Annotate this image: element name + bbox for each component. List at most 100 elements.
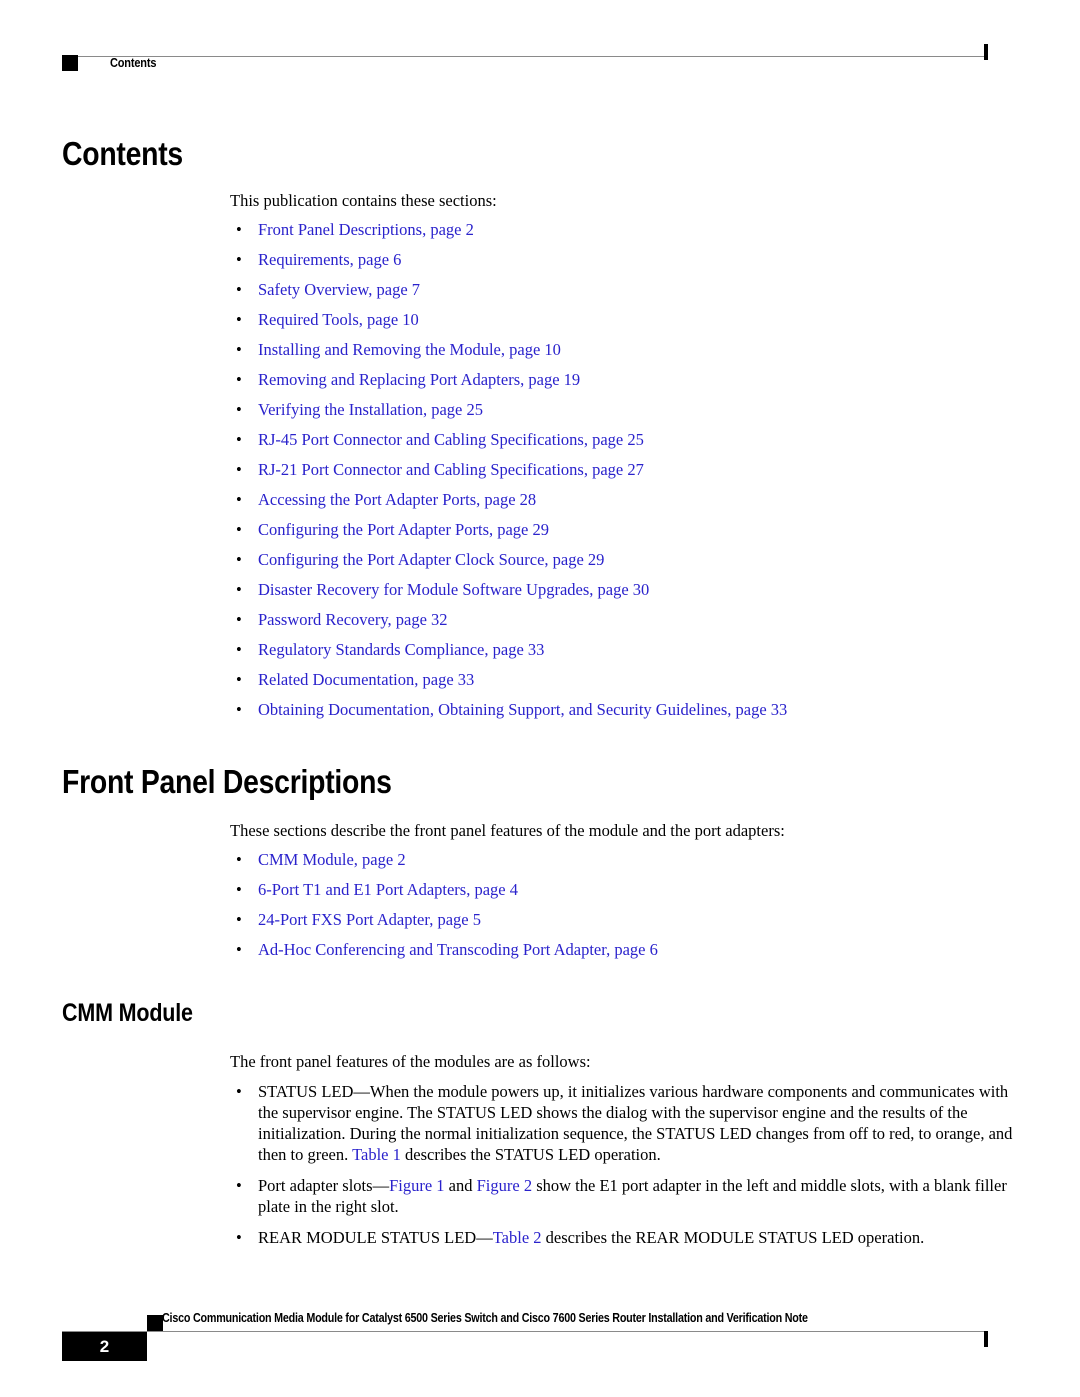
- list-item[interactable]: • Accessing the Port Adapter Ports, page …: [230, 489, 1030, 510]
- toc-link[interactable]: Accessing the Port Adapter Ports, page 2…: [258, 490, 536, 509]
- black-square-icon: [62, 55, 78, 71]
- list-item[interactable]: • RJ-21 Port Connector and Cabling Specif…: [230, 459, 1030, 480]
- heading-cmm-module: CMM Module: [62, 999, 193, 1027]
- list-item[interactable]: • Obtaining Documentation, Obtaining Supp…: [230, 699, 1030, 720]
- bullet-icon: •: [236, 280, 242, 299]
- bullet-icon: •: [236, 1228, 242, 1247]
- toc-link[interactable]: 6-Port T1 and E1 Port Adapters, page 4: [258, 880, 518, 899]
- document-title: Cisco Communication Media Module for Cat…: [162, 1311, 808, 1325]
- bullet-icon: •: [236, 400, 242, 419]
- bullet-icon: •: [236, 310, 242, 329]
- list-item[interactable]: • Installing and Removing the Module, pag…: [230, 339, 1030, 360]
- cmm-bullet-status-led: STATUS LED—When the module powers up, it…: [258, 1082, 1012, 1164]
- toc-link[interactable]: Installing and Removing the Module, page…: [258, 340, 561, 359]
- footer-rule: [62, 1331, 988, 1332]
- text-run: REAR MODULE STATUS LED—: [258, 1228, 493, 1247]
- list-item: • Port adapter slots—Figure 1 and Figure …: [230, 1175, 1030, 1217]
- black-square-icon: [147, 1315, 163, 1331]
- bullet-icon: •: [236, 1082, 242, 1101]
- list-item[interactable]: • Configuring the Port Adapter Ports, pag…: [230, 519, 1030, 540]
- text-run: describes the STATUS LED operation.: [400, 1145, 661, 1164]
- cross-reference-link[interactable]: Figure 2: [477, 1176, 532, 1195]
- bullet-icon: •: [236, 490, 242, 509]
- bullet-icon: •: [236, 580, 242, 599]
- bullet-icon: •: [236, 850, 242, 869]
- bullet-icon: •: [236, 340, 242, 359]
- front-panel-list: • CMM Module, page 2 • 6-Port T1 and E1 Po…: [230, 849, 1030, 969]
- contents-list: • Front Panel Descriptions, page 2 • Requi…: [230, 219, 1030, 729]
- bullet-icon: •: [236, 940, 242, 959]
- heading-front-panel-descriptions: Front Panel Descriptions: [62, 763, 392, 800]
- list-item[interactable]: • 6-Port T1 and E1 Port Adapters, page 4: [230, 879, 1030, 900]
- toc-link[interactable]: 24-Port FXS Port Adapter, page 5: [258, 910, 481, 929]
- header-rule: [78, 56, 988, 57]
- list-item[interactable]: • Front Panel Descriptions, page 2: [230, 219, 1030, 240]
- cmm-module-intro: The front panel features of the modules …: [230, 1052, 591, 1071]
- toc-link[interactable]: CMM Module, page 2: [258, 850, 406, 869]
- toc-link[interactable]: Configuring the Port Adapter Clock Sourc…: [258, 550, 604, 569]
- bullet-icon: •: [236, 250, 242, 269]
- list-item[interactable]: • Requirements, page 6: [230, 249, 1030, 270]
- toc-link[interactable]: Obtaining Documentation, Obtaining Suppo…: [258, 700, 787, 719]
- running-header-label: Contents: [110, 56, 157, 70]
- text-run: Port adapter slots—: [258, 1176, 390, 1195]
- cmm-module-bullets: • STATUS LED—When the module powers up, i…: [230, 1081, 1030, 1258]
- header-right-tick: [984, 44, 988, 60]
- toc-link[interactable]: RJ-45 Port Connector and Cabling Specifi…: [258, 430, 644, 449]
- bullet-icon: •: [236, 520, 242, 539]
- toc-link[interactable]: Configuring the Port Adapter Ports, page…: [258, 520, 549, 539]
- footer-right-tick: [984, 1331, 988, 1347]
- toc-link[interactable]: Password Recovery, page 32: [258, 610, 448, 629]
- toc-link[interactable]: Verifying the Installation, page 25: [258, 400, 483, 419]
- toc-link[interactable]: Removing and Replacing Port Adapters, pa…: [258, 370, 580, 389]
- list-item[interactable]: • Related Documentation, page 33: [230, 669, 1030, 690]
- running-header: Contents: [62, 44, 988, 82]
- list-item: • STATUS LED—When the module powers up, i…: [230, 1081, 1030, 1165]
- list-item[interactable]: • CMM Module, page 2: [230, 849, 1030, 870]
- document-page: Contents Contents This publication conta…: [0, 0, 1080, 1397]
- toc-link[interactable]: Disaster Recovery for Module Software Up…: [258, 580, 649, 599]
- list-item[interactable]: • Disaster Recovery for Module Software U…: [230, 579, 1030, 600]
- front-panel-intro: These sections describe the front panel …: [230, 821, 785, 840]
- text-run: describes the REAR MODULE STATUS LED ope…: [541, 1228, 925, 1247]
- running-footer: Cisco Communication Media Module for Cat…: [62, 1310, 988, 1361]
- toc-link[interactable]: Ad-Hoc Conferencing and Transcoding Port…: [258, 940, 658, 959]
- page-number: 2: [99, 1337, 110, 1356]
- page-number-box: 2: [62, 1332, 147, 1361]
- cross-reference-link[interactable]: Table 2: [493, 1228, 542, 1247]
- bullet-icon: •: [236, 460, 242, 479]
- list-item[interactable]: • Verifying the Installation, page 25: [230, 399, 1030, 420]
- bullet-icon: •: [236, 700, 242, 719]
- bullet-icon: •: [236, 640, 242, 659]
- list-item[interactable]: • Regulatory Standards Compliance, page 3…: [230, 639, 1030, 660]
- bullet-icon: •: [236, 880, 242, 899]
- toc-link[interactable]: Front Panel Descriptions, page 2: [258, 220, 474, 239]
- toc-link[interactable]: Requirements, page 6: [258, 250, 401, 269]
- bullet-icon: •: [236, 370, 242, 389]
- toc-link[interactable]: Related Documentation, page 33: [258, 670, 474, 689]
- bullet-icon: •: [236, 910, 242, 929]
- list-item[interactable]: • Removing and Replacing Port Adapters, p…: [230, 369, 1030, 390]
- cross-reference-link[interactable]: Figure 1: [389, 1176, 444, 1195]
- contents-intro: This publication contains these sections…: [230, 191, 497, 210]
- list-item[interactable]: • Password Recovery, page 32: [230, 609, 1030, 630]
- cmm-bullet-port-adapter-slots: Port adapter slots—Figure 1 and Figure 2…: [258, 1176, 1007, 1216]
- toc-link[interactable]: Safety Overview, page 7: [258, 280, 420, 299]
- list-item[interactable]: • 24-Port FXS Port Adapter, page 5: [230, 909, 1030, 930]
- bullet-icon: •: [236, 220, 242, 239]
- text-run: and: [444, 1176, 477, 1195]
- bullet-icon: •: [236, 1176, 242, 1195]
- list-item[interactable]: • RJ-45 Port Connector and Cabling Specif…: [230, 429, 1030, 450]
- cross-reference-link[interactable]: Table 1: [352, 1145, 401, 1164]
- list-item[interactable]: • Ad-Hoc Conferencing and Transcoding Por…: [230, 939, 1030, 960]
- list-item[interactable]: • Safety Overview, page 7: [230, 279, 1030, 300]
- list-item[interactable]: • Required Tools, page 10: [230, 309, 1030, 330]
- toc-link[interactable]: RJ-21 Port Connector and Cabling Specifi…: [258, 460, 644, 479]
- bullet-icon: •: [236, 610, 242, 629]
- list-item: • REAR MODULE STATUS LED—Table 2 describe…: [230, 1227, 1030, 1248]
- toc-link[interactable]: Required Tools, page 10: [258, 310, 419, 329]
- cmm-bullet-rear-module-status-led: REAR MODULE STATUS LED—Table 2 describes…: [258, 1228, 924, 1247]
- bullet-icon: •: [236, 550, 242, 569]
- toc-link[interactable]: Regulatory Standards Compliance, page 33: [258, 640, 544, 659]
- list-item[interactable]: • Configuring the Port Adapter Clock Sour…: [230, 549, 1030, 570]
